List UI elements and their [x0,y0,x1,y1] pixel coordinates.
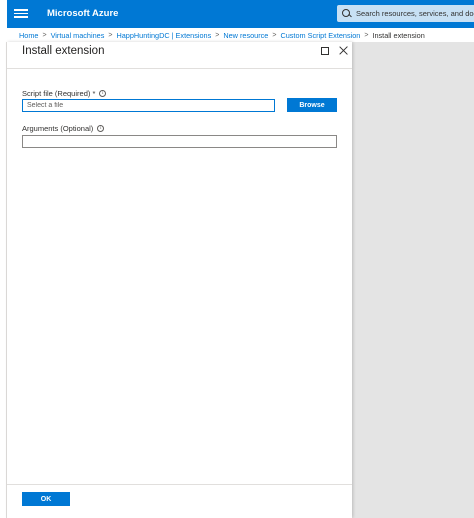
breadcrumb-new-resource[interactable]: New resource [223,31,268,40]
chevron-right-icon: > [108,31,113,39]
arguments-label-text: Arguments (Optional) [22,124,94,133]
chevron-right-icon: > [272,31,277,39]
breadcrumb-vm-extensions[interactable]: HappHuntingDC | Extensions [116,31,211,40]
panel-header-divider [7,68,352,69]
close-icon[interactable] [338,45,349,56]
left-edge [0,42,7,518]
panel-title: Install extension [22,45,105,57]
breadcrumb-custom-script-extension[interactable]: Custom Script Extension [280,31,360,40]
install-extension-panel [7,42,352,518]
chevron-right-icon: > [42,31,47,39]
arguments-input[interactable] [22,135,337,148]
required-marker: * [92,89,96,98]
top-bar-left-edge [0,0,7,28]
breadcrumb-virtual-machines[interactable]: Virtual machines [51,31,105,40]
footer-divider [7,484,352,485]
top-bar: Microsoft Azure [0,0,474,28]
script-file-label: Script file (Required) * i [22,89,107,98]
ok-button[interactable]: OK [22,492,70,506]
breadcrumb-current: Install extension [372,30,425,40]
brand-title[interactable]: Microsoft Azure [47,8,118,19]
chevron-right-icon: > [215,31,220,39]
maximize-icon[interactable] [321,47,329,55]
info-icon[interactable]: i [99,90,107,97]
info-icon[interactable]: i [97,125,105,132]
breadcrumb-home[interactable]: Home [19,31,38,40]
script-file-label-text: Script file (Required) [22,89,91,98]
arguments-label: Arguments (Optional) i [22,124,105,133]
backdrop-overlay [352,42,474,518]
search-icon [342,8,352,19]
browse-button[interactable]: Browse [287,98,337,112]
hamburger-menu-icon[interactable] [14,7,28,21]
breadcrumb: Home > Virtual machines > HappHuntingDC … [0,28,474,42]
chevron-right-icon: > [364,31,369,39]
search-input[interactable] [356,9,474,18]
global-search[interactable] [337,5,474,22]
script-file-input[interactable] [22,99,275,112]
